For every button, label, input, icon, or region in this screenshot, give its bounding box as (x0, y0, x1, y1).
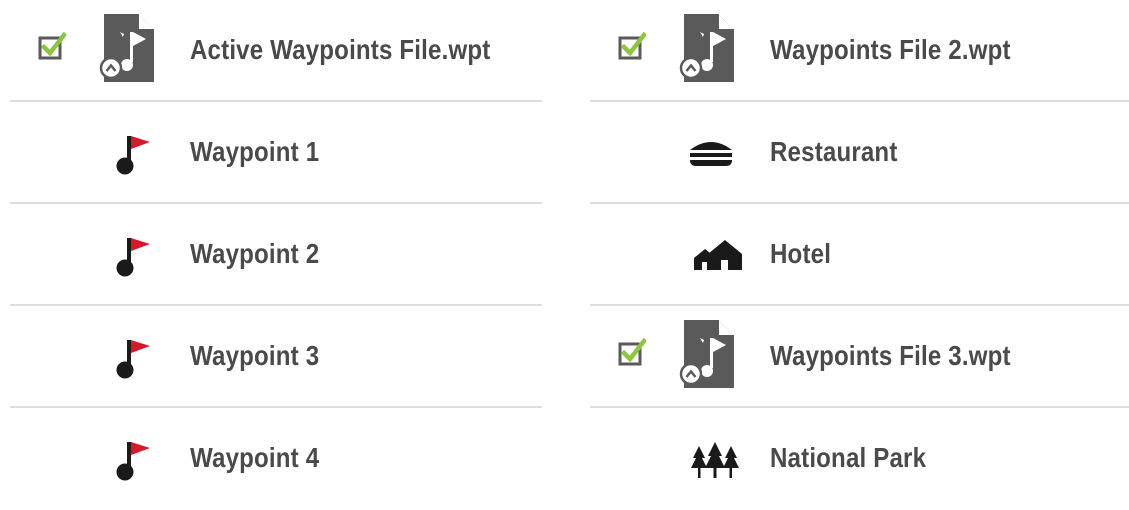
hotel-icon (692, 234, 742, 278)
red-flag-icon (110, 438, 154, 482)
national-park-icon (690, 438, 740, 482)
list-item-label: Restaurant (770, 136, 898, 167)
file-name-label: Waypoints File 3.wpt (770, 340, 1011, 371)
waypoint-file-icon (678, 318, 736, 390)
checkbox-checked-icon[interactable] (38, 32, 66, 60)
list-item-waypoint-2[interactable]: Waypoint 2 (10, 204, 542, 306)
file-name-label: Waypoints File 2.wpt (770, 34, 1011, 65)
list-item-label: Waypoint 2 (190, 238, 320, 269)
list-item-label: Waypoint 4 (190, 442, 320, 473)
checkbox-checked-icon[interactable] (618, 338, 646, 366)
red-flag-icon (110, 132, 154, 176)
list-item-waypoint-3[interactable]: Waypoint 3 (10, 306, 542, 408)
list-item-waypoint-4[interactable]: Waypoint 4 (10, 408, 542, 510)
file-row-waypoints-file-3[interactable]: Waypoints File 3.wpt (590, 306, 1129, 408)
list-item-waypoint-1[interactable]: Waypoint 1 (10, 102, 542, 204)
file-row-active-waypoints[interactable]: Active Waypoints File.wpt (10, 0, 542, 102)
list-item-label: National Park (770, 442, 927, 473)
left-waypoint-list: Active Waypoints File.wpt Waypoint 1 Way… (10, 0, 542, 510)
right-waypoint-list: Waypoints File 2.wpt Restaurant Hotel Wa… (590, 0, 1129, 510)
waypoint-file-icon (98, 12, 156, 84)
file-row-waypoints-file-2[interactable]: Waypoints File 2.wpt (590, 0, 1129, 102)
red-flag-icon (110, 234, 154, 278)
list-item-restaurant[interactable]: Restaurant (590, 102, 1129, 204)
list-item-label: Waypoint 3 (190, 340, 320, 371)
list-item-label: Waypoint 1 (190, 136, 320, 167)
file-name-label: Active Waypoints File.wpt (190, 34, 491, 65)
red-flag-icon (110, 336, 154, 380)
list-item-national-park[interactable]: National Park (590, 408, 1129, 510)
waypoint-file-icon (678, 12, 736, 84)
restaurant-icon (686, 132, 736, 176)
list-item-hotel[interactable]: Hotel (590, 204, 1129, 306)
checkbox-checked-icon[interactable] (618, 32, 646, 60)
list-item-label: Hotel (770, 238, 832, 269)
